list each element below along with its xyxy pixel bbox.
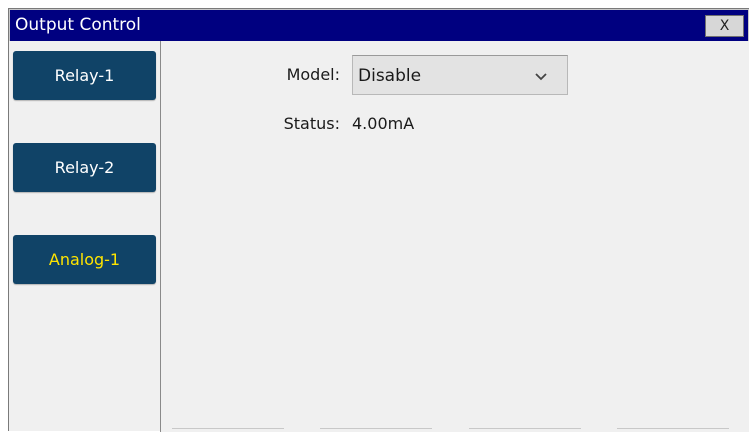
model-select[interactable]: Disable xyxy=(352,55,568,95)
divider xyxy=(617,428,729,429)
divider xyxy=(172,428,284,429)
divider xyxy=(320,428,432,429)
output-control-window: Output Control X Relay-1 Relay-2 Analog-… xyxy=(8,8,749,432)
sidebar-item-analog-1[interactable]: Analog-1 xyxy=(13,235,156,284)
content-panel: Model: Disable Status: 4.00mA xyxy=(160,41,749,432)
sidebar-item-relay-2[interactable]: Relay-2 xyxy=(13,143,156,192)
divider xyxy=(469,428,581,429)
window-title: Output Control xyxy=(15,15,141,35)
chevron-down-icon xyxy=(529,64,553,88)
title-bar: Output Control X xyxy=(9,9,749,41)
sidebar: Relay-1 Relay-2 Analog-1 xyxy=(9,41,160,432)
status-label: Status: xyxy=(283,114,340,133)
status-value: 4.00mA xyxy=(352,114,415,133)
close-button[interactable]: X xyxy=(705,15,744,37)
sidebar-item-relay-1[interactable]: Relay-1 xyxy=(13,51,156,100)
model-select-value: Disable xyxy=(358,66,422,86)
model-label: Model: xyxy=(286,65,340,84)
